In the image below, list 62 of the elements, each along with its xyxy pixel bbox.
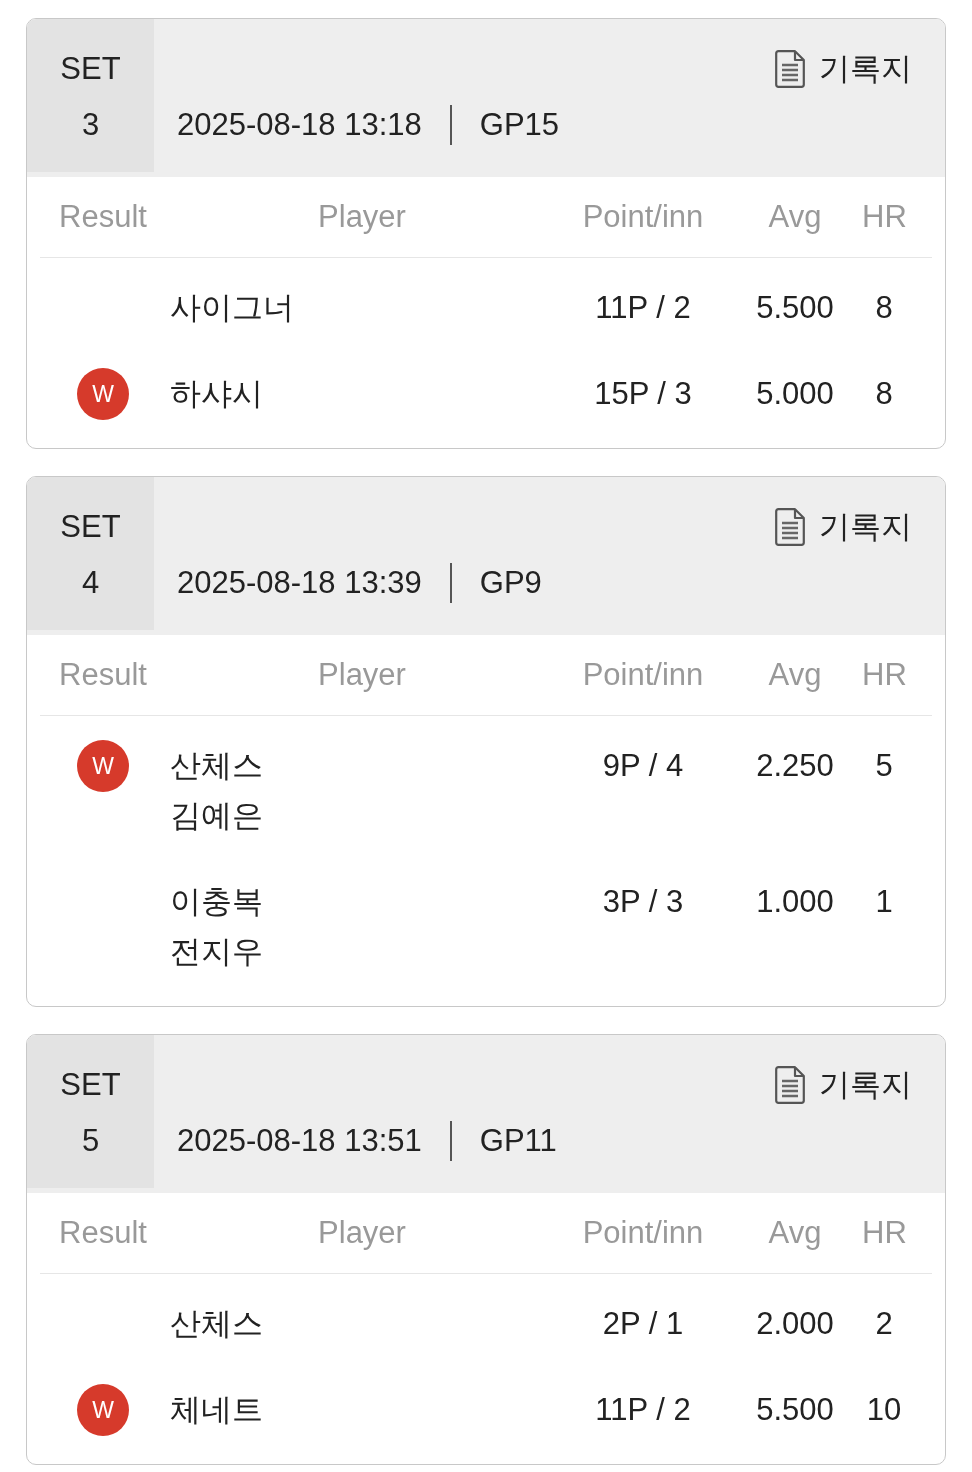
set-number: 3	[81, 106, 100, 144]
table-number: GP15	[479, 106, 560, 144]
column-header: Player	[317, 1214, 407, 1252]
document-icon	[775, 1066, 805, 1104]
home-runs-value: 8	[875, 289, 893, 327]
home-runs-value: 2	[875, 1305, 893, 1343]
home-runs-value: 5	[875, 747, 893, 785]
column-header: Player	[317, 656, 407, 694]
average-value: 1.000	[756, 883, 834, 921]
set-number: 4	[81, 564, 100, 602]
player-name: 이충복	[170, 883, 263, 921]
scoresheet-link[interactable]: 기록지	[775, 49, 912, 89]
column-header: HR	[862, 198, 906, 236]
column-header: Result	[58, 198, 148, 236]
win-badge: W	[77, 368, 129, 420]
document-icon	[775, 508, 805, 546]
points-value: 15P / 3	[594, 375, 692, 413]
column-header: Point/inn	[581, 656, 705, 694]
win-badge: W	[77, 740, 129, 792]
table-number: GP11	[479, 1122, 557, 1160]
points-value: 2P / 1	[602, 1305, 684, 1343]
points-value: 3P / 3	[602, 883, 684, 921]
document-icon	[775, 50, 805, 88]
scoresheet-link[interactable]: 기록지	[775, 507, 912, 547]
home-runs-value: 1	[875, 883, 893, 921]
player-name: 산체스	[170, 1305, 263, 1343]
win-badge: W	[77, 1384, 129, 1436]
column-header: Avg	[767, 1214, 823, 1252]
column-header: Point/inn	[581, 198, 705, 236]
set-label: SET	[60, 508, 121, 546]
home-runs-value: 8	[875, 375, 893, 413]
table-number: GP9	[479, 564, 542, 602]
average-value: 5.500	[756, 1391, 834, 1429]
match-datetime: 2025-08-18 13:39	[177, 564, 422, 602]
match-datetime: 2025-08-18 13:51	[177, 1122, 422, 1160]
match-datetime: 2025-08-18 13:18	[177, 106, 422, 144]
column-header: HR	[862, 1214, 906, 1252]
set-label: SET	[60, 1066, 121, 1104]
column-header: Avg	[767, 198, 823, 236]
scoresheet-link[interactable]: 기록지	[775, 1065, 912, 1105]
average-value: 5.500	[756, 289, 834, 327]
points-value: 11P / 2	[595, 289, 691, 327]
points-value: 11P / 2	[595, 1391, 691, 1429]
average-value: 2.000	[756, 1305, 834, 1343]
column-header: Avg	[767, 656, 823, 694]
column-header: Player	[317, 198, 407, 236]
column-header: Result	[58, 1214, 148, 1252]
player-name: 체네트	[170, 1391, 263, 1429]
set-number: 5	[81, 1122, 100, 1160]
average-value: 2.250	[756, 747, 834, 785]
column-header: HR	[862, 656, 906, 694]
average-value: 5.000	[756, 375, 834, 413]
set-label: SET	[60, 50, 121, 88]
points-value: 9P / 4	[602, 747, 684, 785]
column-header: Result	[58, 656, 148, 694]
player-name: 하샤시	[170, 375, 263, 413]
player-name: 전지우	[170, 933, 263, 971]
player-name: 사이그너	[170, 289, 294, 327]
column-header: Point/inn	[581, 1214, 705, 1252]
player-name: 산체스	[170, 747, 263, 785]
home-runs-value: 10	[866, 1391, 902, 1429]
player-name: 김예은	[170, 797, 263, 835]
